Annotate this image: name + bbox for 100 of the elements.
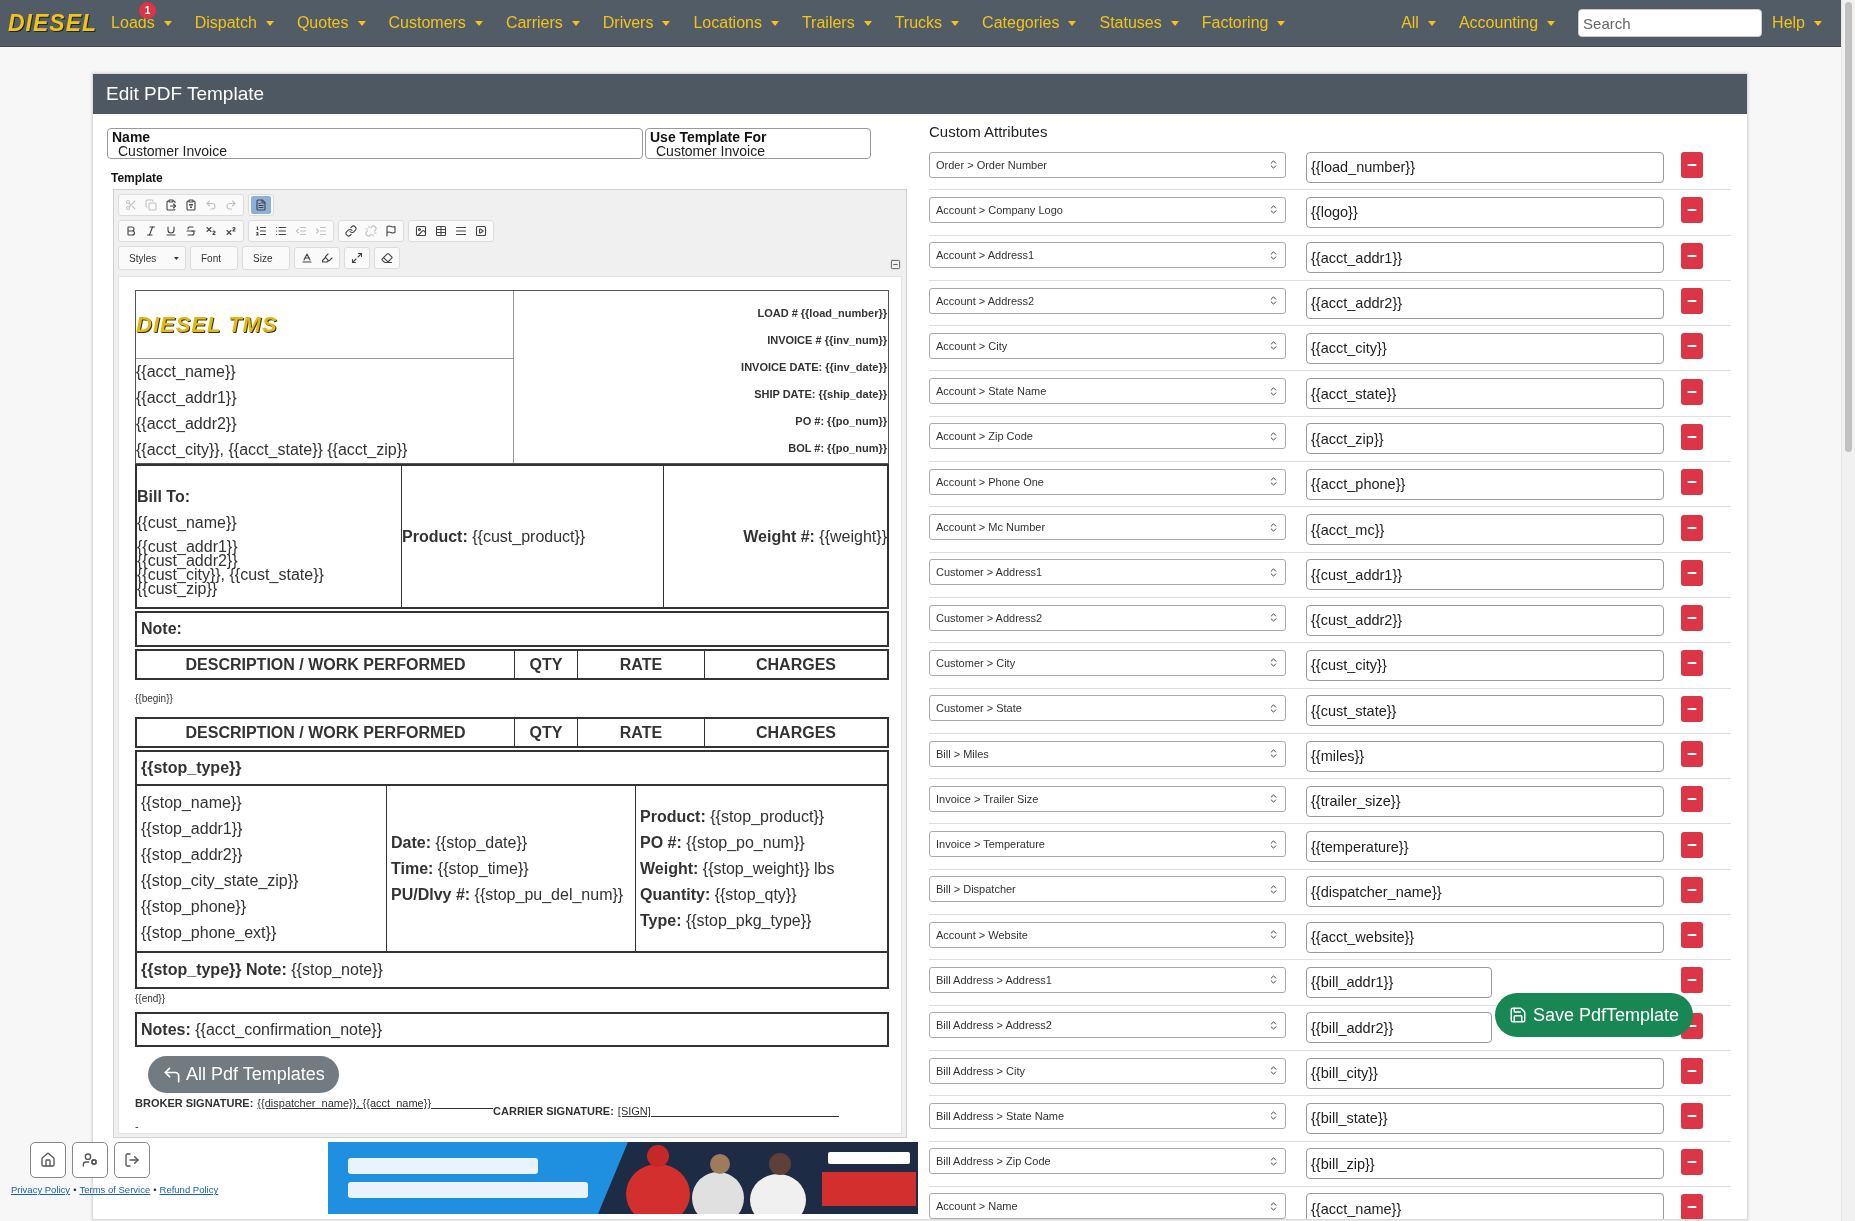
- user-button[interactable]: [72, 1142, 108, 1178]
- remove-button[interactable]: [1681, 786, 1703, 813]
- tag-field[interactable]: {{acct_website}}: [1306, 921, 1664, 953]
- attribute-select[interactable]: Account > Zip Code: [929, 423, 1286, 450]
- nav-menu[interactable]: Customers: [388, 14, 494, 32]
- tag-field[interactable]: {{acct_phone}}: [1306, 468, 1664, 500]
- tag-field[interactable]: {{load_number}}: [1306, 151, 1664, 183]
- nav-menu[interactable]: Statuses: [1099, 14, 1190, 32]
- tag-field[interactable]: {{acct_addr2}}: [1306, 287, 1664, 319]
- tag-field[interactable]: {{temperature}}: [1306, 831, 1664, 863]
- toolbar-dropdown[interactable]: Styles: [121, 248, 183, 268]
- attribute-select[interactable]: Account > City: [929, 332, 1286, 359]
- remove-button[interactable]: [1681, 1148, 1703, 1175]
- remove-button[interactable]: [1681, 514, 1703, 541]
- search-field[interactable]: Search: [1578, 9, 1763, 37]
- tag-field[interactable]: {{acct_city}}: [1306, 332, 1664, 364]
- remove-button[interactable]: [1681, 333, 1703, 360]
- tag-field[interactable]: {{bill_state}}: [1306, 1102, 1664, 1134]
- back-button[interactable]: All Pdf Templates: [148, 1056, 339, 1093]
- nav-menu[interactable]: Accounting: [1458, 14, 1567, 32]
- help-menu[interactable]: Help: [1772, 14, 1833, 32]
- nav-menu[interactable]: Drivers: [602, 14, 682, 32]
- tag-field[interactable]: {{cust_state}}: [1306, 695, 1664, 727]
- attribute-select[interactable]: Customer > Address1: [929, 559, 1286, 586]
- remove-button[interactable]: [1681, 831, 1703, 858]
- remove-button[interactable]: [1681, 922, 1703, 949]
- nav-menu[interactable]: Dispatch: [194, 14, 285, 32]
- text-field[interactable]: Use Template For Customer Invoice: [645, 128, 871, 159]
- attribute-select[interactable]: Bill Address > State Name: [929, 1102, 1286, 1129]
- tag-field[interactable]: {{bill_city}}: [1306, 1057, 1664, 1089]
- nav-menu[interactable]: Carriers: [505, 14, 591, 32]
- save-button[interactable]: Save PdfTemplate: [1495, 993, 1694, 1037]
- attribute-select[interactable]: Bill Address > Zip Code: [929, 1148, 1286, 1175]
- remove-button[interactable]: [1681, 876, 1703, 903]
- remove-button[interactable]: [1681, 242, 1703, 269]
- nav-menu[interactable]: All: [1401, 14, 1447, 32]
- remove-button[interactable]: [1681, 197, 1703, 224]
- remove-button[interactable]: [1681, 1058, 1703, 1085]
- tag-field[interactable]: {{cust_city}}: [1306, 649, 1664, 681]
- tag-field[interactable]: {{cust_addr2}}: [1306, 604, 1664, 636]
- tag-field[interactable]: {{acct_state}}: [1306, 378, 1664, 410]
- nav-menu[interactable]: Trailers: [801, 14, 883, 32]
- remove-button[interactable]: [1681, 559, 1703, 586]
- nav-menu[interactable]: Quotes: [296, 14, 377, 32]
- tag-field[interactable]: {{cust_addr1}}: [1306, 559, 1664, 591]
- home-button[interactable]: [30, 1142, 66, 1178]
- remove-button[interactable]: [1681, 650, 1703, 677]
- footer-link[interactable]: Privacy Policy: [11, 1184, 71, 1195]
- footer-link[interactable]: Terms of Service: [79, 1184, 151, 1195]
- collapse-icon[interactable]: [890, 259, 901, 270]
- attribute-select[interactable]: Account > Name: [929, 1193, 1286, 1219]
- remove-button[interactable]: [1681, 469, 1703, 496]
- attribute-select[interactable]: Customer > State: [929, 695, 1286, 722]
- remove-button[interactable]: [1681, 695, 1703, 722]
- remove-button[interactable]: [1681, 967, 1703, 994]
- tag-field[interactable]: {{acct_addr1}}: [1306, 242, 1664, 274]
- nav-menu[interactable]: Categories: [982, 14, 1088, 32]
- attribute-select[interactable]: Customer > City: [929, 649, 1286, 676]
- remove-button[interactable]: [1681, 1103, 1703, 1130]
- tag-field[interactable]: {{acct_zip}}: [1306, 423, 1664, 455]
- toolbar-dropdown[interactable]: Font: [193, 248, 235, 268]
- tag-field[interactable]: {{dispatcher_name}}: [1306, 876, 1664, 908]
- tag-field[interactable]: {{trailer_size}}: [1306, 785, 1664, 817]
- text-field[interactable]: Name Customer Invoice: [107, 128, 643, 159]
- nav-menu[interactable]: Locations: [693, 14, 790, 32]
- remove-button[interactable]: [1681, 152, 1703, 179]
- logout-button[interactable]: [114, 1142, 150, 1178]
- toolbar-dropdown[interactable]: Size: [245, 248, 287, 268]
- remove-button[interactable]: [1681, 605, 1703, 632]
- attribute-select[interactable]: Invoice > Trailer Size: [929, 785, 1286, 812]
- tag-field[interactable]: {{bill_zip}}: [1306, 1148, 1664, 1180]
- attribute-select[interactable]: Account > Phone One: [929, 468, 1286, 495]
- remove-button[interactable]: [1681, 423, 1703, 450]
- attribute-select[interactable]: Invoice > Temperature: [929, 831, 1286, 858]
- attribute-select[interactable]: Bill Address > Address1: [929, 967, 1286, 993]
- attribute-select[interactable]: Account > Address1: [929, 242, 1286, 269]
- remove-button[interactable]: [1681, 741, 1703, 767]
- tag-field[interactable]: {{acct_name}}: [1306, 1193, 1664, 1219]
- scrollbar[interactable]: [1841, 0, 1855, 1221]
- attribute-select[interactable]: Account > Address2: [929, 287, 1286, 314]
- logo[interactable]: DIESEL: [8, 9, 98, 37]
- tag-field[interactable]: {{acct_mc}}: [1306, 514, 1664, 545]
- tag-field[interactable]: {{miles}}: [1306, 740, 1664, 772]
- remove-button[interactable]: [1681, 1193, 1703, 1219]
- attribute-select[interactable]: Order > Order Number: [929, 151, 1286, 178]
- nav-menu[interactable]: Factoring: [1201, 14, 1297, 32]
- remove-button[interactable]: [1681, 288, 1703, 315]
- attribute-select[interactable]: Account > State Name: [929, 378, 1286, 405]
- attribute-select[interactable]: Bill > Dispatcher: [929, 876, 1286, 903]
- attribute-select[interactable]: Bill Address > Address2: [929, 1012, 1286, 1039]
- remove-button[interactable]: [1681, 378, 1703, 405]
- footer-link[interactable]: Refund Policy: [159, 1184, 219, 1195]
- attribute-select[interactable]: Account > Mc Number: [929, 514, 1286, 540]
- attribute-select[interactable]: Account > Website: [929, 921, 1286, 948]
- attribute-select[interactable]: Customer > Address2: [929, 604, 1286, 631]
- tag-field[interactable]: {{bill_addr1}}: [1306, 967, 1492, 998]
- tag-field[interactable]: {{bill_addr2}}: [1306, 1012, 1492, 1044]
- attribute-select[interactable]: Bill > Miles: [929, 740, 1286, 767]
- nav-menu[interactable]: Trucks: [894, 14, 971, 32]
- attribute-select[interactable]: Account > Company Logo: [929, 196, 1286, 223]
